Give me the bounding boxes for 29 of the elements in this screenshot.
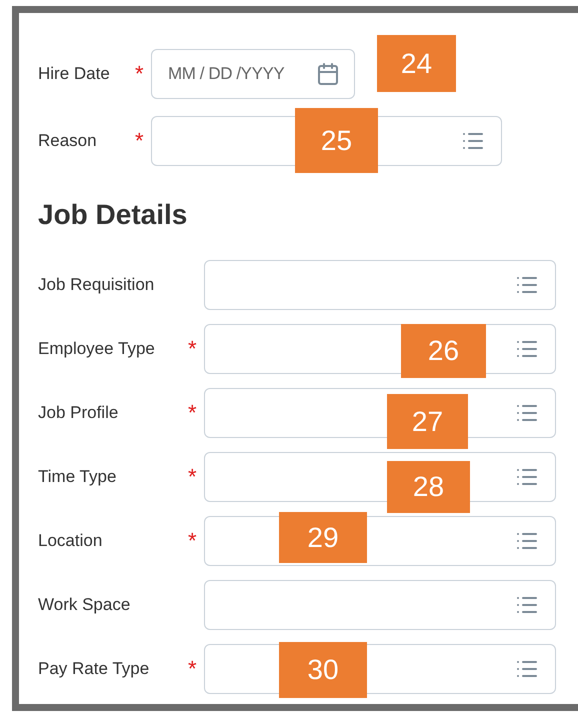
required-mark: * [188,466,197,488]
field-label: Employee Type [38,338,156,360]
annotation-badge: 29 [279,512,367,563]
section-heading: Job Details [38,198,188,232]
field-label: Reason [38,130,98,152]
annotation-badge: 24 [377,35,456,92]
annotation-badge: 27 [387,394,468,449]
field-label: Time Type [38,466,118,488]
required-mark: * [188,658,197,680]
required-mark: * [188,530,197,552]
annotation-badge: 26 [401,324,486,378]
field-label: Job Requisition [38,274,156,296]
annotation-badge: 30 [279,642,367,698]
required-mark: * [188,402,197,424]
field-label: Hire Date [38,63,111,86]
required-mark: * [188,338,197,360]
calendar-icon[interactable] [316,62,340,86]
date-input[interactable]: MM / DD /YYYY [168,61,308,87]
required-mark: * [135,63,144,85]
date-field[interactable]: MM / DD /YYYY [151,49,355,99]
field-label: Job Profile [38,402,120,424]
field-label: Work Space [38,594,132,616]
select-field[interactable] [204,260,556,310]
annotation-badge: 25 [295,108,378,173]
field-label: Location [38,530,104,552]
required-mark: * [135,130,144,152]
field-label: Pay Rate Type [38,658,150,680]
select-field[interactable] [204,580,556,630]
annotation-badge: 28 [387,461,470,513]
